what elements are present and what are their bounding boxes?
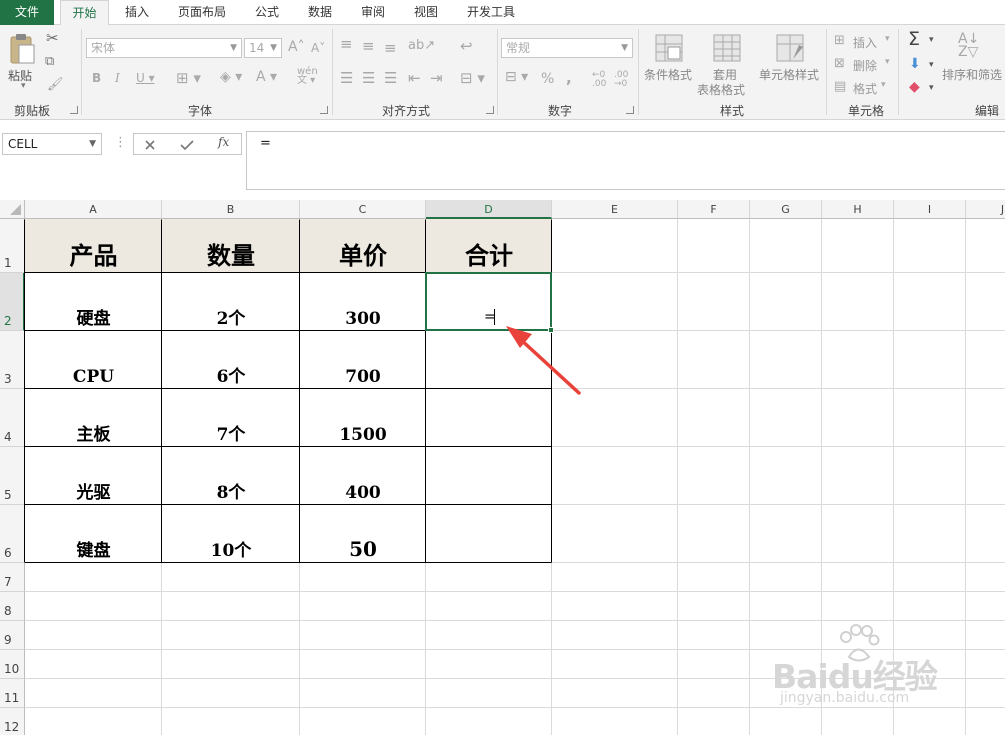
format-painter-icon[interactable]: 🖌 — [47, 78, 64, 91]
delete-dropdown-icon[interactable]: ▾ — [885, 57, 890, 67]
wrap-text-icon[interactable]: ↩ — [460, 39, 473, 54]
font-color-icon[interactable]: A ▾ — [256, 69, 277, 85]
number-group-label: 数字 — [547, 104, 572, 118]
number-launcher-icon[interactable] — [626, 106, 634, 114]
align-left-icon[interactable]: ☰ — [340, 71, 353, 86]
insert-dropdown-icon[interactable]: ▾ — [885, 34, 890, 44]
format-cells-icon[interactable]: ▤ — [834, 80, 846, 93]
font-group-label: 字体 — [187, 104, 212, 118]
bold-icon[interactable]: B — [92, 71, 101, 85]
increase-font-icon[interactable]: A˄ — [288, 39, 305, 55]
delete-cells-button[interactable]: 删除 — [853, 57, 877, 74]
formula-bar: CELL ▼ ⋮ fx = — [0, 120, 1005, 200]
format-dropdown-icon[interactable]: ▾ — [881, 80, 886, 90]
tab-view[interactable]: 视图 — [403, 0, 449, 25]
tab-home[interactable]: 开始 — [60, 0, 109, 26]
font-name-select[interactable]: 宋体 ▼ — [86, 38, 242, 58]
insert-cells-button[interactable]: 插入 — [853, 34, 877, 51]
separator — [332, 29, 333, 115]
insert-cells-icon[interactable]: ⊞ — [834, 34, 845, 47]
increase-decimal-icon[interactable]: ←0.00 — [592, 71, 606, 89]
clipboard-group-label: 剪贴板 — [13, 104, 50, 118]
sort-filter-icon[interactable]: A↓ Z▽ — [958, 32, 979, 59]
watermark: Baidu经验 jingyan.baidu.com — [770, 620, 990, 720]
align-right-icon[interactable]: ☰ — [384, 71, 397, 86]
insert-function-icon[interactable]: fx — [218, 135, 229, 149]
styles-group-label: 样式 — [719, 104, 744, 118]
ribbon-tab-bar: 文件 开始 插入 页面布局 公式 数据 审阅 视图 开发工具 — [0, 0, 1005, 26]
format-as-table-icon[interactable] — [712, 33, 742, 63]
editing-group-label: 编辑 — [974, 104, 999, 118]
merge-center-icon[interactable]: ⊟ ▾ — [460, 71, 485, 86]
border-icon[interactable]: ⊞ ▾ — [176, 69, 201, 87]
tab-data[interactable]: 数据 — [297, 0, 343, 25]
alignment-group-label: 对齐方式 — [381, 104, 430, 118]
tab-developer[interactable]: 开发工具 — [456, 0, 526, 25]
paste-dropdown-icon[interactable]: ▾ — [21, 81, 26, 91]
format-cells-button[interactable]: 格式 — [853, 80, 877, 97]
alignment-launcher-icon[interactable] — [486, 106, 494, 114]
font-size-select[interactable]: 14 ▼ — [244, 38, 282, 58]
sort-filter-button[interactable]: 排序和筛选 — [942, 66, 1002, 83]
separator — [898, 29, 899, 115]
conditional-format-icon[interactable] — [654, 33, 684, 63]
fill-icon[interactable]: ⬇ — [909, 57, 921, 71]
fill-color-icon[interactable]: ◈ ▾ — [220, 69, 242, 85]
comma-button[interactable]: , — [566, 69, 572, 87]
number-format-select[interactable]: 常规 ▼ — [501, 38, 633, 58]
cell-styles-button[interactable]: 单元格样式 — [759, 66, 819, 83]
tab-page-layout[interactable]: 页面布局 — [168, 0, 236, 25]
enter-icon[interactable] — [180, 139, 194, 151]
clipboard-launcher-icon[interactable] — [70, 106, 78, 114]
align-middle-icon[interactable]: ≡ — [362, 39, 375, 54]
orientation-icon[interactable]: ab↗ — [408, 39, 435, 52]
conditional-format-button[interactable]: 条件格式 — [644, 66, 692, 83]
separator — [826, 29, 827, 115]
separator — [638, 29, 639, 115]
ribbon: 粘贴 ▾ ✂ ⧉ 🖌 剪贴板 宋体 ▼ 14 ▼ A˄ A˅ B I U ▾ ⊞ ▾… — [0, 25, 1005, 120]
tab-formulas[interactable]: 公式 — [244, 0, 290, 25]
copy-icon[interactable]: ⧉ — [45, 55, 54, 68]
font-launcher-icon[interactable] — [320, 106, 328, 114]
paste-button[interactable]: 粘贴 — [8, 67, 32, 84]
autosum-icon[interactable]: Σ — [908, 30, 920, 49]
formula-buttons: fx — [133, 133, 242, 155]
watermark-url: jingyan.baidu.com — [780, 690, 910, 706]
underline-icon[interactable]: U ▾ — [136, 71, 155, 85]
delete-cells-icon[interactable]: ⊠ — [834, 57, 845, 70]
paste-icon[interactable] — [8, 33, 36, 65]
align-center-icon[interactable]: ☰ — [362, 71, 375, 86]
format-as-table-line2[interactable]: 表格格式 — [697, 81, 745, 98]
currency-icon[interactable]: ⊟ ▾ — [505, 70, 528, 84]
decrease-indent-icon[interactable]: ⇤ — [408, 71, 421, 86]
tab-insert[interactable]: 插入 — [113, 0, 161, 25]
formula-input[interactable]: = — [246, 131, 1005, 190]
fill-dropdown-icon[interactable]: ▾ — [929, 60, 934, 70]
tab-file[interactable]: 文件 — [0, 0, 54, 25]
decrease-decimal-icon[interactable]: .00 →0 — [614, 71, 628, 89]
decrease-font-icon[interactable]: A˅ — [311, 41, 325, 55]
separator — [81, 29, 82, 115]
more-options-icon[interactable]: ⋮ — [114, 135, 127, 150]
align-top-icon[interactable]: ≡ — [340, 37, 353, 52]
align-bottom-icon[interactable]: ≡ — [384, 41, 397, 56]
cancel-icon[interactable] — [144, 139, 156, 151]
separator — [497, 29, 498, 115]
cells-group-label: 单元格 — [847, 104, 884, 118]
cell-styles-icon[interactable] — [775, 33, 805, 63]
autosum-dropdown-icon[interactable]: ▾ — [929, 35, 934, 45]
percent-button[interactable]: % — [541, 71, 554, 87]
increase-indent-icon[interactable]: ⇥ — [430, 71, 443, 86]
name-box[interactable]: CELL ▼ — [2, 133, 102, 155]
clear-dropdown-icon[interactable]: ▾ — [929, 83, 934, 93]
cut-icon[interactable]: ✂ — [46, 31, 59, 46]
phonetic-icon[interactable]: wén 文 ▾ — [297, 67, 318, 86]
spreadsheet-grid: ABCDEFGHIJ 1 2 3 4 5 6 7 8 9 10 11 12 产品 数量 单价 合计 硬盘 2个 3… — [0, 200, 1005, 735]
clear-icon[interactable]: ◆ — [909, 80, 920, 94]
italic-icon[interactable]: I — [115, 71, 120, 85]
tab-review[interactable]: 审阅 — [350, 0, 396, 25]
